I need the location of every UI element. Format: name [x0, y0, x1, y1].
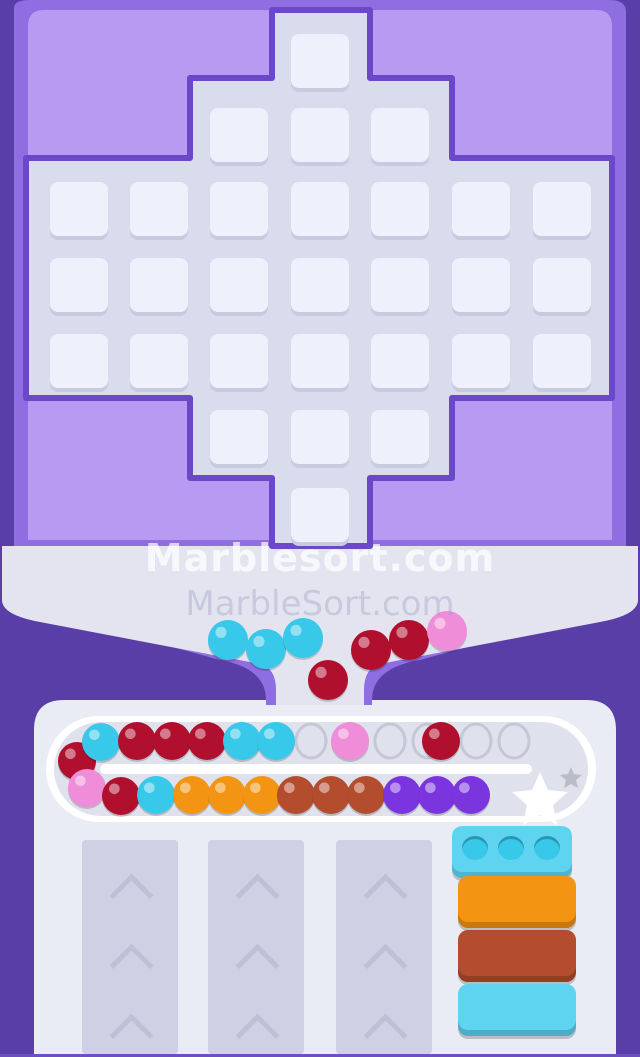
- falling-marble: [351, 630, 391, 672]
- board-tile[interactable]: [291, 334, 349, 392]
- conveyor-marble: [277, 776, 315, 816]
- board-tile[interactable]: [533, 182, 591, 240]
- board-tile[interactable]: [210, 182, 268, 240]
- conveyor-marble: [422, 722, 460, 762]
- conveyor-marble: [137, 776, 175, 816]
- board-tile[interactable]: [291, 34, 349, 92]
- board-tile[interactable]: [371, 410, 429, 468]
- conveyor-marble: [312, 776, 350, 816]
- chevron-up-icon: [235, 943, 280, 988]
- tube-hole: [462, 836, 488, 860]
- board-tile[interactable]: [130, 182, 188, 240]
- falling-marble: [246, 629, 286, 671]
- chevron-up-icon: [109, 873, 154, 918]
- conveyor-marble: [68, 769, 106, 809]
- board-tile[interactable]: [210, 258, 268, 316]
- falling-marble: [208, 620, 248, 662]
- board-tile[interactable]: [50, 182, 108, 240]
- board-tile[interactable]: [452, 182, 510, 240]
- conveyor-marble: [173, 776, 211, 816]
- tube-hole: [534, 836, 560, 860]
- conveyor-marble: [452, 776, 490, 816]
- board-tile[interactable]: [291, 258, 349, 316]
- board-tile[interactable]: [452, 334, 510, 392]
- tube-block[interactable]: [458, 930, 576, 982]
- chevron-up-icon: [235, 873, 280, 918]
- board-tile[interactable]: [210, 410, 268, 468]
- track-divider: [100, 764, 532, 774]
- board-tile[interactable]: [291, 182, 349, 240]
- conveyor-marble: [82, 723, 120, 763]
- board-tile[interactable]: [533, 258, 591, 316]
- conveyor-marble: [418, 776, 456, 816]
- sort-tray[interactable]: [336, 840, 432, 1057]
- tube-block[interactable]: [458, 876, 576, 928]
- conveyor-marble: [331, 722, 369, 762]
- tube-top-block[interactable]: [452, 826, 572, 878]
- conveyor-marble: [383, 776, 421, 816]
- chevron-up-icon: [363, 873, 408, 918]
- board-tile[interactable]: [371, 108, 429, 166]
- board-tile[interactable]: [291, 488, 349, 546]
- board-tile[interactable]: [210, 334, 268, 392]
- board-tile[interactable]: [371, 258, 429, 316]
- tube-block[interactable]: [458, 984, 576, 1036]
- falling-marble: [283, 618, 323, 660]
- board-tile[interactable]: [371, 334, 429, 392]
- board-tile[interactable]: [291, 108, 349, 166]
- chevron-up-icon: [363, 943, 408, 988]
- chevron-up-icon: [109, 1013, 154, 1057]
- chevron-up-icon: [235, 1013, 280, 1057]
- conveyor-marble: [118, 722, 156, 762]
- chevron-up-icon: [109, 943, 154, 988]
- board-tile[interactable]: [452, 258, 510, 316]
- conveyor-marble: [208, 776, 246, 816]
- board-tile[interactable]: [130, 258, 188, 316]
- falling-marble: [427, 611, 467, 653]
- conveyor-marble: [243, 776, 281, 816]
- game-stage: Marblesort.com MarbleSort.com: [0, 0, 640, 1057]
- board-tile[interactable]: [210, 108, 268, 166]
- conveyor-marble: [188, 722, 226, 762]
- conveyor-marble: [347, 776, 385, 816]
- board-tile[interactable]: [291, 410, 349, 468]
- falling-marble: [308, 660, 348, 702]
- sort-tray[interactable]: [82, 840, 178, 1057]
- sort-tray[interactable]: [208, 840, 304, 1057]
- tube-hole: [498, 836, 524, 860]
- board-tile[interactable]: [50, 258, 108, 316]
- board-tile[interactable]: [50, 334, 108, 392]
- board-tile[interactable]: [371, 182, 429, 240]
- conveyor-marble: [153, 722, 191, 762]
- board-tile[interactable]: [533, 334, 591, 392]
- conveyor-marble: [257, 722, 295, 762]
- conveyor-marble: [102, 777, 140, 817]
- falling-marble: [389, 620, 429, 662]
- conveyor-marble: [223, 722, 261, 762]
- chevron-up-icon: [363, 1013, 408, 1057]
- board-tile[interactable]: [130, 334, 188, 392]
